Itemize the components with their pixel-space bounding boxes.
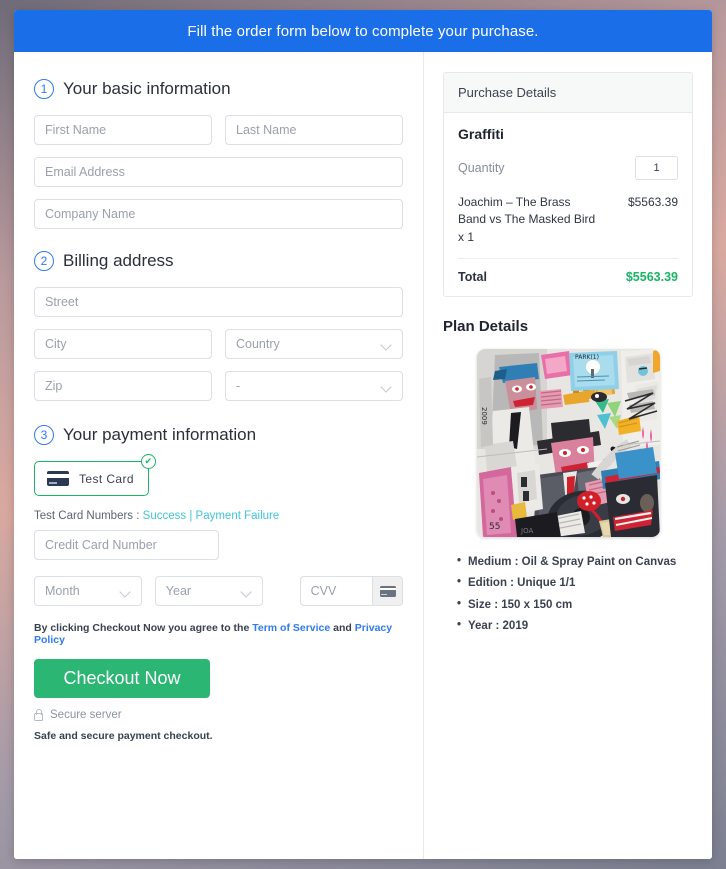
terms-text: By clicking Checkout Now you agree to th… — [34, 622, 403, 646]
artwork-image: 2009 PARK(1) 55 JOA — [476, 349, 660, 538]
street-row: Street — [34, 287, 403, 317]
terms-prefix: By clicking Checkout Now you agree to th… — [34, 622, 250, 634]
purchase-summary-column: Purchase Details Graffiti Quantity 1 Joa… — [424, 52, 712, 859]
expiry-month-select[interactable]: Month — [34, 576, 142, 606]
credit-card-icon — [379, 585, 396, 597]
step-1-header: 1 Your basic information — [34, 79, 403, 99]
step-1-title: Your basic information — [63, 79, 231, 98]
banner-text: Fill the order form below to complete yo… — [187, 22, 539, 40]
test-card-prefix: Test Card Numbers : — [34, 510, 140, 522]
svg-text:JOA: JOA — [520, 527, 533, 535]
step-3-header: 3 Your payment information — [34, 425, 403, 445]
test-card-failure-link[interactable]: Payment Failure — [196, 510, 280, 522]
test-card-numbers: Test Card Numbers : Success | Payment Fa… — [34, 510, 403, 522]
plan-details-list: Medium : Oil & Spray Paint on Canvas Edi… — [457, 551, 693, 637]
city-country-row: City Country — [34, 329, 403, 359]
purchase-details-card: Purchase Details Graffiti Quantity 1 Joa… — [443, 72, 693, 298]
expiry-month-value: Month — [45, 584, 80, 598]
plan-details-title: Plan Details — [443, 318, 529, 336]
total-label: Total — [458, 270, 487, 285]
svg-text:55: 55 — [489, 522, 500, 532]
credit-card-number-input[interactable]: Credit Card Number — [34, 530, 219, 560]
payment-method-label: Test Card — [79, 471, 134, 486]
last-name-input[interactable]: Last Name — [225, 115, 403, 145]
safe-checkout-note: Safe and secure payment checkout. — [34, 730, 213, 742]
email-row: Email Address — [34, 157, 403, 187]
line-item-row: Joachim – The Brass Band vs The Masked B… — [458, 194, 678, 260]
check-circle-icon: ✔ — [140, 454, 156, 469]
quantity-input[interactable]: 1 — [635, 156, 678, 180]
purchase-details-body: Graffiti Quantity 1 Joachim – The Brass … — [444, 113, 692, 296]
lock-icon — [34, 708, 43, 721]
plan-detail-edition: Edition : Unique 1/1 — [457, 572, 693, 594]
order-form-column: 1 Your basic information First Name Last… — [14, 52, 424, 859]
expiry-year-select[interactable]: Year — [154, 576, 263, 606]
country-select[interactable]: Country — [225, 329, 403, 359]
expiry-year-value: Year — [165, 584, 192, 598]
purchase-details-header: Purchase Details — [444, 73, 692, 113]
total-value: $5563.39 — [625, 270, 678, 285]
company-row: Company Name — [34, 199, 403, 229]
step-2-header: 2 Billing address — [34, 251, 403, 271]
checkout-columns: 1 Your basic information First Name Last… — [14, 52, 712, 859]
plan-detail-medium: Medium : Oil & Spray Paint on Canvas — [457, 551, 693, 573]
test-card-success-link[interactable]: Success — [143, 510, 186, 522]
payment-method-test-card[interactable]: Test Card ✔ — [34, 454, 156, 496]
state-select-value: - — [236, 379, 241, 393]
payment-method-row: Test Card ✔ — [34, 454, 403, 496]
cvv-input[interactable]: CVV — [301, 577, 372, 605]
step-3-title: Your payment information — [63, 425, 257, 444]
top-banner: Fill the order form below to complete yo… — [14, 10, 712, 52]
zip-state-row: Zip - — [34, 371, 403, 401]
checkout-page: Fill the order form below to complete yo… — [14, 10, 712, 859]
step-2-number: 2 — [34, 251, 54, 271]
svg-text:PARK(1): PARK(1) — [575, 354, 599, 361]
plan-detail-size: Size : 150 x 150 cm — [457, 594, 693, 616]
street-input[interactable]: Street — [34, 287, 403, 317]
quantity-row: Quantity 1 — [458, 156, 678, 180]
zip-input[interactable]: Zip — [34, 371, 212, 401]
secure-server-note: Secure server — [34, 708, 403, 721]
step-2-title: Billing address — [63, 251, 174, 270]
quantity-label: Quantity — [458, 161, 505, 175]
email-input[interactable]: Email Address — [34, 157, 403, 187]
cvv-help-button[interactable] — [372, 577, 402, 605]
terms-conjunction: and — [333, 622, 352, 634]
svg-text:2009: 2009 — [480, 407, 488, 425]
line-item-description: Joachim – The Brass Band vs The Masked B… — [458, 195, 596, 244]
company-input[interactable]: Company Name — [34, 199, 403, 229]
step-1-number: 1 — [34, 79, 54, 99]
test-card-separator: | — [189, 510, 193, 522]
state-select[interactable]: - — [225, 371, 403, 401]
secure-server-label: Secure server — [50, 709, 122, 721]
card-number-row: Credit Card Number — [34, 530, 403, 560]
credit-card-icon — [47, 471, 69, 486]
expiry-cvv-row: Month Year CVV — [34, 576, 403, 606]
city-input[interactable]: City — [34, 329, 212, 359]
step-3-number: 3 — [34, 425, 54, 445]
cvv-group: CVV — [299, 576, 403, 606]
name-row: First Name Last Name — [34, 115, 403, 145]
country-select-value: Country — [236, 337, 280, 351]
line-item-price: $5563.39 — [627, 195, 678, 209]
checkout-now-button[interactable]: Checkout Now — [34, 659, 210, 698]
terms-of-service-link[interactable]: Term of Service — [252, 622, 330, 634]
total-row: Total $5563.39 — [458, 259, 678, 284]
first-name-input[interactable]: First Name — [34, 115, 212, 145]
plan-detail-year: Year : 2019 — [457, 615, 693, 637]
purchase-item-title: Graffiti — [458, 126, 504, 142]
